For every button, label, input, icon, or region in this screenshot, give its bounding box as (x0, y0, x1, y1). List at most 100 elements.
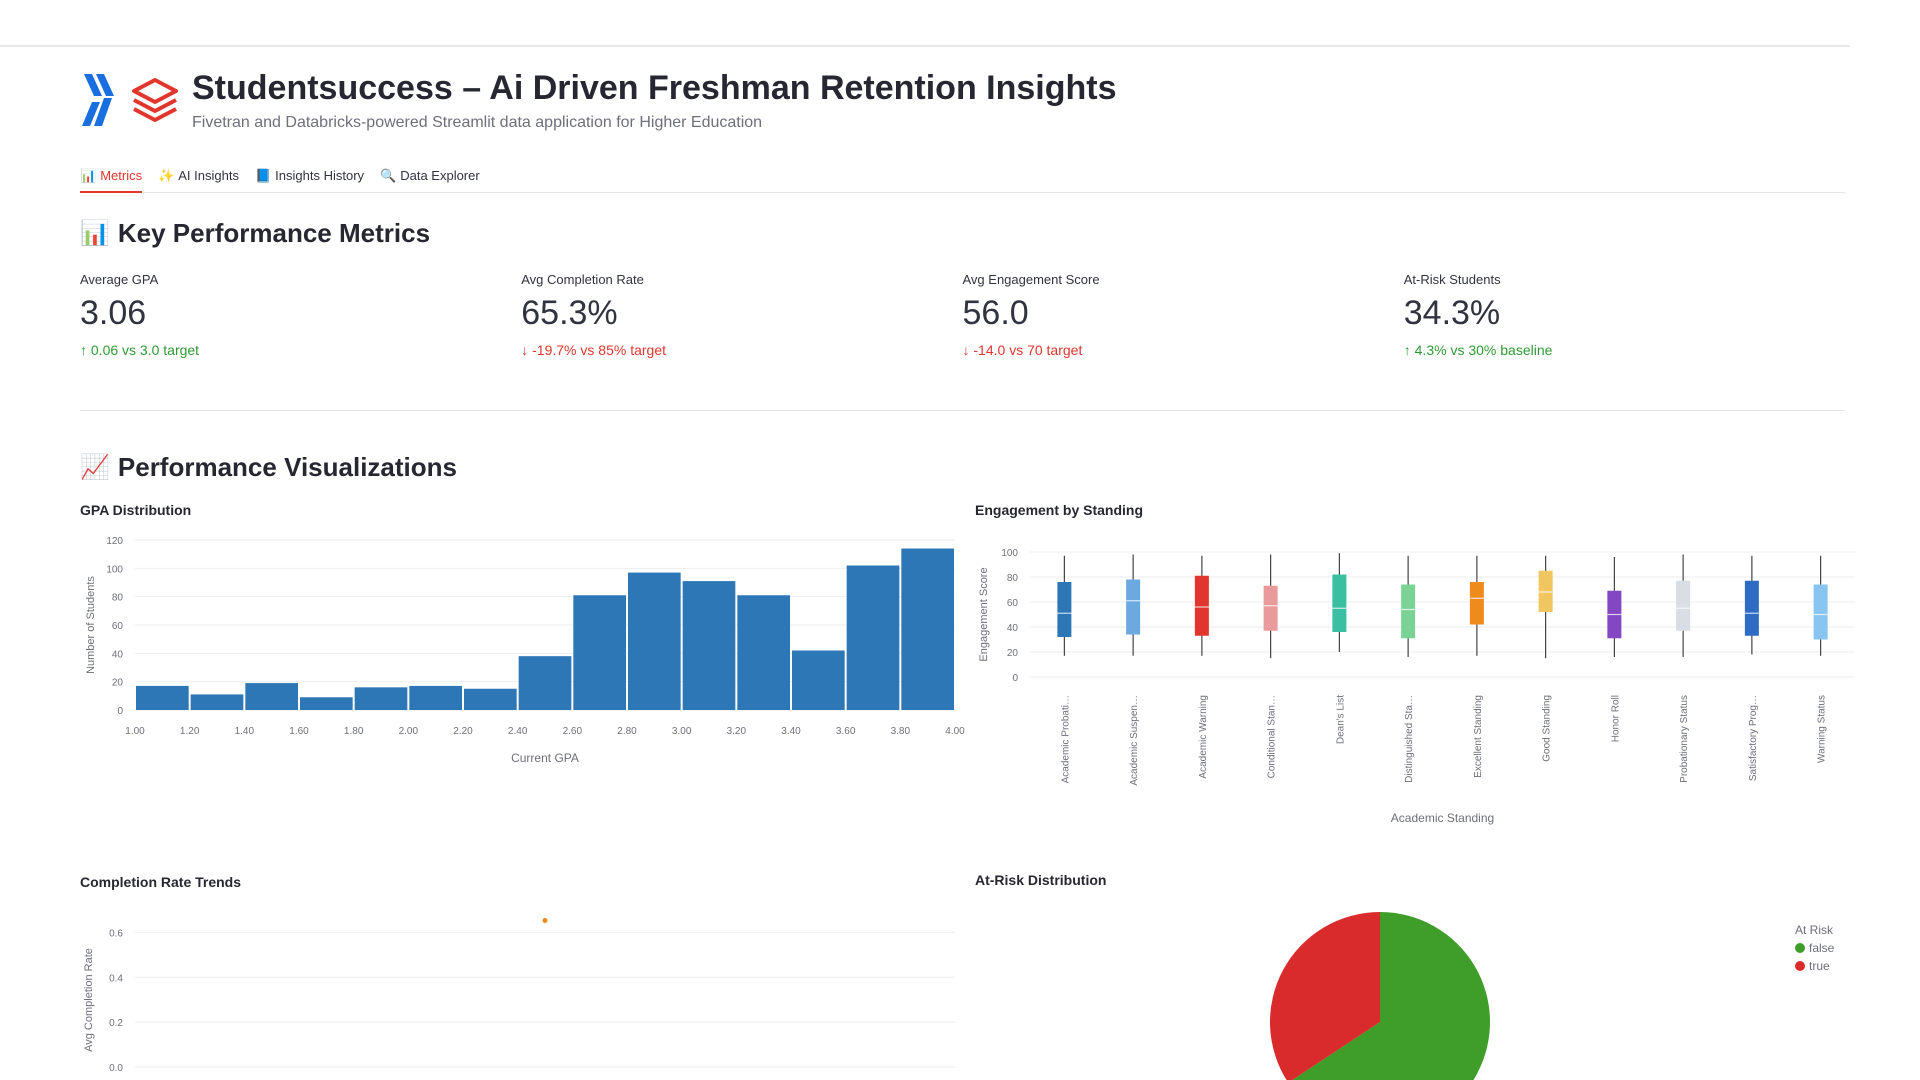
metric-value: 3.06 (80, 294, 147, 332)
metric-label: Avg Engagement Score (962, 272, 1100, 287)
y-tick-label: 100 (1001, 548, 1018, 559)
histogram-bar (464, 688, 517, 710)
box-plot-item (1676, 554, 1691, 657)
box-plot-item (1607, 557, 1622, 657)
histogram-bar (846, 565, 900, 710)
sparkles-icon: ✨ (158, 167, 175, 183)
box-plot-item (1194, 555, 1209, 656)
box-plot-item (1332, 553, 1347, 652)
engagement-chart-title: Engagement by Standing (975, 502, 1144, 518)
y-tick-label: 0.2 (109, 1018, 123, 1029)
x-tick-label: Academic Warning (1198, 695, 1209, 779)
y-tick-label: 80 (1007, 573, 1019, 584)
gpa-distribution-chart: 0 20 40 60 80 100 120 1.00 1.20 1.40 1.60 1.80 2.00 2… (85, 536, 965, 765)
metric-delta: ↓ -14.0 vs 70 target (962, 342, 1083, 359)
top-bar (0, 0, 1850, 47)
metric-completion-rate: Avg Completion Rate 65.3% ↓ -19.7% vs 85… (521, 272, 962, 358)
line-chart-icon: 📈 (80, 454, 110, 481)
y-tick-label: 40 (112, 649, 124, 660)
x-tick-label: 2.20 (453, 726, 473, 737)
box-body (1744, 580, 1759, 636)
x-tick-label: 3.80 (891, 726, 911, 737)
magnifier-icon: 🔍 (380, 167, 397, 183)
tab-ai-insights[interactable]: ✨ AI Insights (158, 160, 239, 191)
x-tick-label: 2.40 (508, 726, 528, 737)
y-tick-label: 0.4 (109, 973, 123, 984)
legend-label: false (1809, 941, 1835, 955)
completion-chart-title: Completion Rate Trends (80, 874, 242, 890)
book-icon: 📘 (254, 167, 272, 183)
y-axis-label: Engagement Score (978, 567, 990, 661)
metric-delta: ↓ -19.7% vs 85% target (521, 342, 666, 359)
x-tick-label: Warning Status (1817, 695, 1828, 763)
tab-insights-history[interactable]: 📘 Insights History (255, 160, 364, 191)
x-tick-label: Good Standing (1542, 695, 1553, 762)
arrow-down-icon: ↓ (521, 342, 529, 359)
gpa-chart-title: GPA Distribution (80, 502, 192, 518)
databricks-logo-icon (132, 78, 178, 122)
y-tick-label: 20 (1007, 648, 1019, 659)
at-risk-chart-title: At-Risk Distribution (975, 872, 1107, 888)
x-tick-label: 3.20 (727, 726, 747, 737)
tab-metrics[interactable]: 📊 Metrics (80, 160, 143, 193)
tab-data-explorer[interactable]: 🔍 Data Explorer (380, 160, 480, 191)
box-body (1813, 584, 1828, 640)
histogram-bar (792, 650, 845, 710)
page-title: Studentsuccess – Ai Driven Freshman Rete… (192, 69, 1117, 108)
histogram-bar (628, 572, 681, 710)
engagement-by-standing-chart: 0 20 40 60 80 100 Academic Probati… Academic Su… (978, 548, 1855, 825)
y-axis-label: Avg Completion Rate (83, 948, 95, 1052)
arrow-down-icon: ↓ (962, 342, 970, 359)
box-body (1469, 582, 1484, 625)
x-tick-label: 1.20 (180, 726, 200, 737)
y-tick-label: 80 (112, 593, 124, 604)
x-tick-label: Dean's List (1335, 695, 1346, 744)
arrow-up-icon: ↑ (80, 342, 87, 359)
box-body (1401, 584, 1416, 639)
x-tick-label: Satisfactory Prog… (1748, 695, 1759, 781)
x-tick-label: 1.60 (289, 726, 309, 737)
metric-at-risk-students: At-Risk Students 34.3% ↑ 4.3% vs 30% bas… (1404, 272, 1845, 358)
bar-chart-icon: 📊 (80, 167, 97, 183)
x-tick-label: Conditional Stan… (1267, 695, 1278, 778)
box-plot-item (1126, 554, 1141, 656)
box-body (1676, 580, 1691, 631)
histogram-bar (737, 595, 790, 710)
metric-delta: ↑ 0.06 vs 3.0 target (80, 342, 200, 359)
x-tick-label: 3.00 (672, 726, 692, 737)
completion-rate-chart: 0.0 0.2 0.4 0.6 Avg Completion Rate (83, 918, 955, 1074)
box-body (1263, 585, 1278, 631)
x-tick-label: 1.00 (125, 726, 145, 737)
histogram-bar (682, 581, 736, 710)
y-tick-label: 60 (112, 621, 124, 632)
x-tick-label: 3.40 (781, 726, 801, 737)
x-tick-label: Academic Probati… (1060, 695, 1071, 783)
box-body (1126, 579, 1141, 635)
box-plot-item (1057, 555, 1072, 656)
data-point (542, 918, 548, 924)
x-axis-label: Current GPA (511, 751, 579, 765)
at-risk-distribution-chart: At Risk false true (1270, 912, 1835, 1080)
histogram-bar (409, 685, 462, 710)
section-divider (80, 410, 1845, 411)
y-tick-label: 120 (106, 536, 123, 547)
metric-engagement-score: Avg Engagement Score 56.0 ↓ -14.0 vs 70 … (963, 272, 1404, 358)
kpi-section-title: 📊 Key Performance Metrics (80, 218, 431, 248)
x-tick-label: 2.80 (617, 726, 637, 737)
box-plot-item (1813, 555, 1828, 656)
page-subtitle: Fivetran and Databricks-powered Streamli… (192, 113, 763, 131)
y-tick-label: 0.0 (109, 1063, 123, 1074)
y-axis-label: Number of Students (85, 576, 97, 674)
arrow-up-icon: ↑ (1403, 342, 1411, 359)
x-tick-label: Excellent Standing (1473, 695, 1484, 778)
metric-delta: ↑ 4.3% vs 30% baseline (1403, 342, 1553, 359)
y-tick-label: 40 (1007, 623, 1019, 634)
histogram-bar (136, 685, 189, 710)
metric-average-gpa: Average GPA 3.06 ↑ 0.06 vs 3.0 target (80, 272, 521, 358)
y-tick-label: 0 (1012, 673, 1018, 684)
fivetran-logo-icon (82, 74, 114, 126)
x-tick-label: Probationary Status (1679, 695, 1690, 783)
histogram-bar (300, 697, 353, 710)
x-tick-label: Honor Roll (1610, 695, 1621, 742)
histogram-bar (354, 687, 408, 710)
